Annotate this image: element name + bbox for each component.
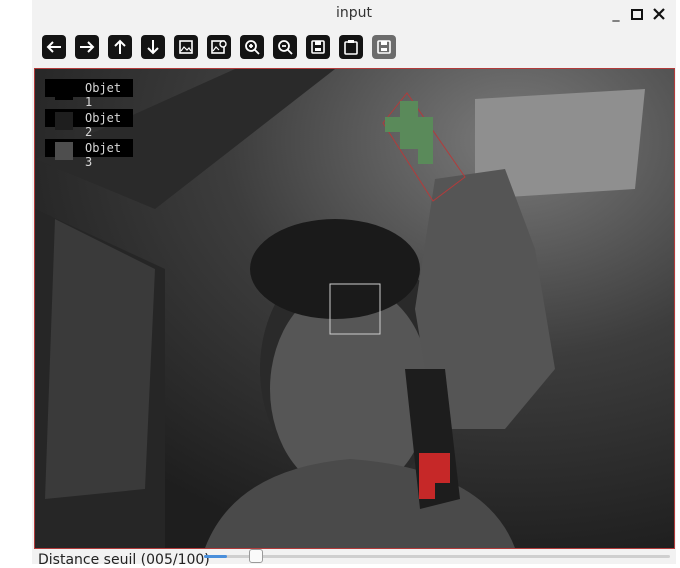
arrow-left-icon — [46, 41, 61, 53]
save-disabled-button[interactable] — [372, 35, 396, 59]
app-window: input _ Objet 1 Objet 2 Objet 3 Distance… — [32, 0, 676, 568]
down-button[interactable] — [141, 35, 165, 59]
image-settings-icon — [211, 40, 227, 54]
zoom-in-button[interactable] — [240, 35, 264, 59]
image-button[interactable] — [174, 35, 198, 59]
maximize-icon[interactable] — [628, 5, 646, 23]
clipboard-icon — [344, 40, 358, 55]
legend-swatch — [55, 142, 73, 160]
legend-label: Objet 3 — [85, 141, 122, 169]
toolbar — [32, 30, 676, 66]
legend-item-objet-2: Objet 2 — [45, 109, 133, 139]
video-canvas[interactable]: Objet 1 Objet 2 Objet 3 — [34, 68, 675, 549]
legend-swatch — [55, 112, 73, 130]
forward-button[interactable] — [75, 35, 99, 59]
zoom-out-icon — [278, 40, 293, 55]
slider-handle[interactable] — [249, 549, 263, 563]
zoom-out-button[interactable] — [273, 35, 297, 59]
clipboard-button[interactable] — [339, 35, 363, 59]
arrow-down-icon — [147, 40, 159, 55]
threshold-slider[interactable] — [204, 549, 670, 563]
window-title: input — [335, 5, 372, 21]
arrow-right-icon — [80, 41, 95, 53]
legend-label: Objet 1 — [85, 81, 122, 109]
image-icon — [179, 40, 193, 54]
legend-label: Objet 2 — [85, 111, 122, 139]
minimize-icon[interactable]: _ — [607, 5, 625, 23]
arrow-up-icon — [114, 39, 126, 54]
legend-swatch — [55, 82, 73, 100]
back-button[interactable] — [42, 35, 66, 59]
save-icon — [377, 40, 391, 54]
save-button[interactable] — [306, 35, 330, 59]
threshold-label: Distance seuil (005/100) — [38, 552, 210, 568]
close-icon[interactable] — [650, 5, 668, 23]
slider-fill — [204, 555, 227, 558]
save-icon — [311, 40, 325, 54]
legend-item-objet-3: Objet 3 — [45, 139, 133, 169]
title-bar: input _ — [32, 0, 676, 28]
zoom-in-icon — [245, 40, 260, 55]
legend-item-objet-1: Objet 1 — [45, 79, 133, 109]
up-button[interactable] — [108, 35, 132, 59]
image-settings-button[interactable] — [207, 35, 231, 59]
